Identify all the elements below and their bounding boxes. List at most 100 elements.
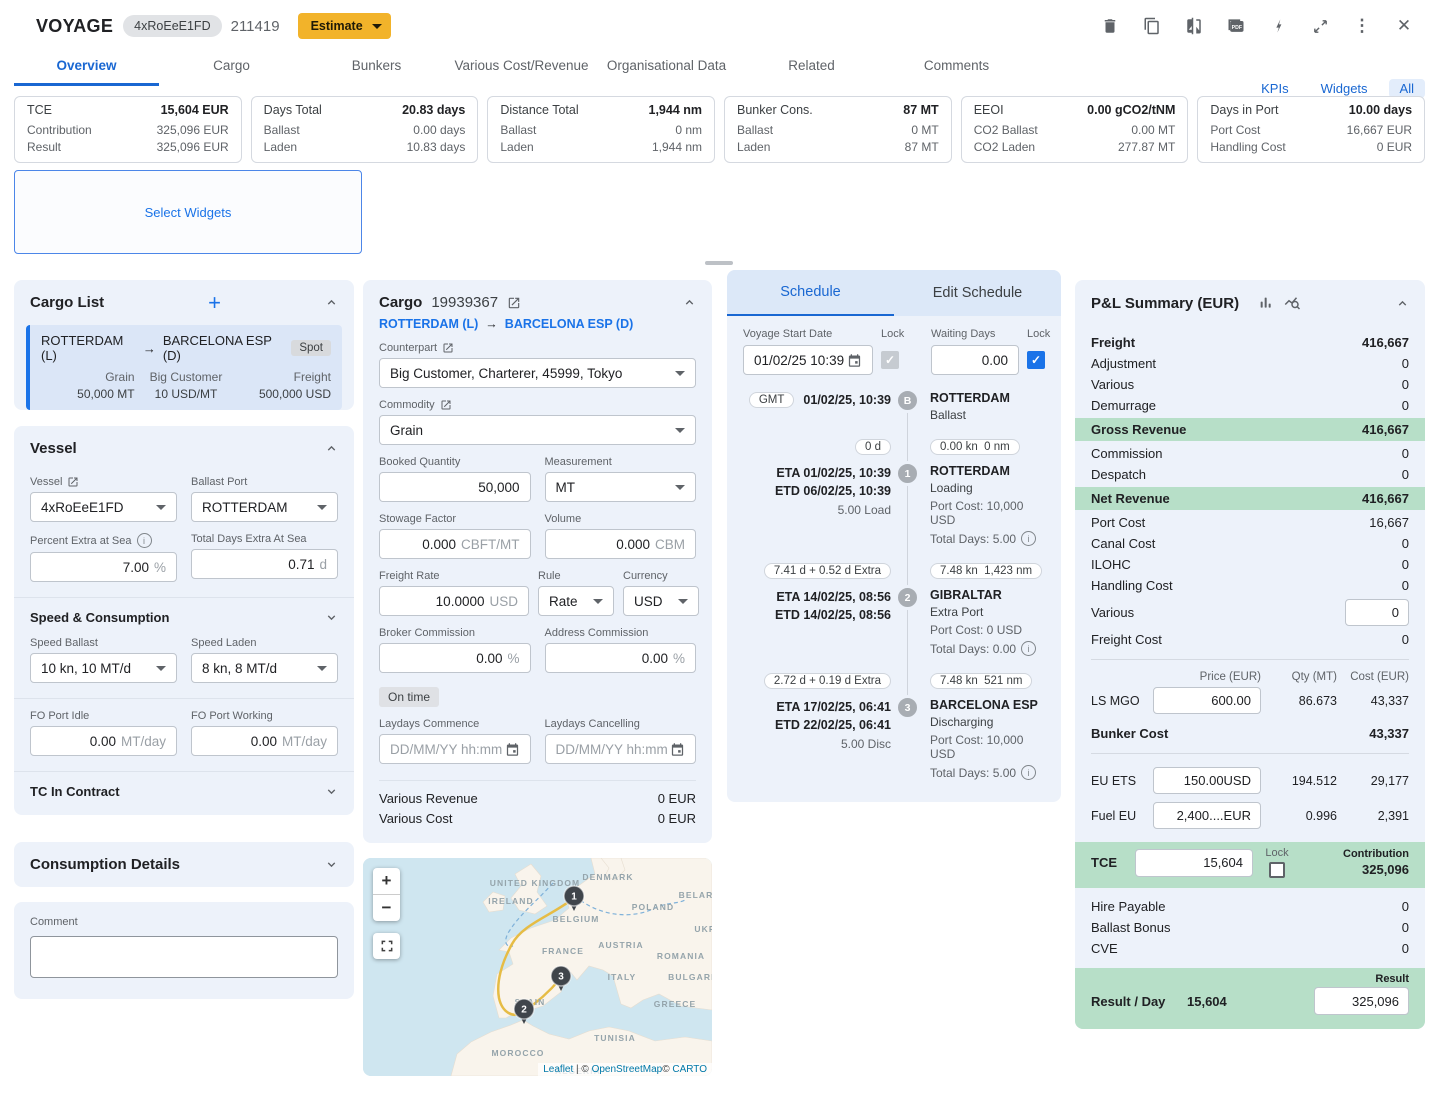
unit-suffix: MT/day <box>121 734 166 749</box>
collapse-button[interactable] <box>1396 297 1409 310</box>
expand-section-button[interactable] <box>325 611 338 624</box>
stowage-factor-input[interactable]: 0.000CBFT/MT <box>379 529 531 559</box>
copy-button[interactable] <box>1141 15 1163 37</box>
cargo-list-panel: Cargo List + ROTTERDAM (L) → BARCELONA E… <box>14 280 354 410</box>
broker-commission-input[interactable]: 0.00% <box>379 643 531 673</box>
waiting-days-input[interactable]: 0.00 <box>931 345 1019 375</box>
resize-handle[interactable] <box>705 261 733 265</box>
measurement-select[interactable]: MT <box>545 472 697 502</box>
zoom-in-button[interactable]: + <box>373 868 400 894</box>
route-map[interactable]: UNITED KINGDOM IRELAND DENMARK BELGIUM P… <box>363 858 712 1076</box>
calendar-icon[interactable] <box>847 353 862 368</box>
zoom-out-button[interactable]: − <box>373 894 400 921</box>
kpi-title: Days in Port <box>1210 103 1278 117</box>
kpi-sub-value: 0.00 days <box>413 122 465 139</box>
osm-link[interactable]: OpenStreetMap <box>592 1064 663 1075</box>
info-icon[interactable]: i <box>137 533 152 548</box>
leg-speed-pill: 7.48 kn 1,423 nm <box>930 563 1042 579</box>
leaflet-link[interactable]: Leaflet <box>543 1064 573 1075</box>
timezone-pill[interactable]: GMT <box>749 392 795 408</box>
fuel-qty: 0.996 <box>1261 809 1337 823</box>
external-link-icon[interactable] <box>442 342 454 354</box>
fuel-eu-price-input[interactable]: 2,400....EUR <box>1153 802 1261 829</box>
ls-mgo-price-input[interactable]: 600.00 <box>1153 687 1261 714</box>
speed-laden-select[interactable]: 8 kn, 8 MT/d <box>191 653 338 683</box>
tab-schedule[interactable]: Schedule <box>727 270 894 316</box>
currency-select[interactable]: USD <box>623 586 699 616</box>
tab-comments[interactable]: Comments <box>884 49 1029 86</box>
tce-lock-checkbox[interactable] <box>1269 862 1285 878</box>
result-per-day-label: Result / Day <box>1091 994 1187 1009</box>
collapse-button[interactable] <box>325 442 338 455</box>
tab-edit-schedule[interactable]: Edit Schedule <box>894 270 1061 316</box>
laydays-cancelling-input[interactable]: DD/MM/YY hh:mm <box>545 734 697 764</box>
add-cargo-button[interactable]: + <box>208 295 221 311</box>
tab-cargo[interactable]: Cargo <box>159 49 304 86</box>
route-from-link[interactable]: ROTTERDAM (L) <box>379 317 478 331</box>
address-commission-input[interactable]: 0.00% <box>545 643 697 673</box>
expand-button[interactable] <box>1309 15 1331 37</box>
info-icon[interactable]: i <box>1021 641 1036 656</box>
commodity-select[interactable]: Grain <box>379 415 696 445</box>
compare-button[interactable] <box>1183 15 1205 37</box>
collapse-button[interactable] <box>325 296 338 309</box>
carto-link[interactable]: CARTO <box>672 1064 707 1075</box>
result-input[interactable]: 325,096 <box>1314 987 1409 1015</box>
voyage-start-input[interactable]: 01/02/25 10:39 <box>743 345 873 375</box>
cargo-panel-title: Cargo <box>379 294 422 311</box>
counterpart-select[interactable]: Big Customer, Charterer, 45999, Tokyo <box>379 358 696 388</box>
various-input[interactable]: 0 <box>1345 599 1409 626</box>
tab-various-cost-revenue[interactable]: Various Cost/Revenue <box>449 49 594 86</box>
stowage-factor-label: Stowage Factor <box>379 513 456 525</box>
map-fullscreen-button[interactable] <box>373 933 400 959</box>
delete-button[interactable] <box>1099 15 1121 37</box>
voyage-start-lock-checkbox[interactable]: ✓ <box>881 351 899 369</box>
freight-rate-input[interactable]: 10.0000USD <box>379 586 529 616</box>
currency-value: USD <box>634 594 663 609</box>
cargo-list-item[interactable]: ROTTERDAM (L) → BARCELONA ESP (D) Spot G… <box>26 325 342 410</box>
collapse-button[interactable] <box>683 296 696 309</box>
map-label: IRELAND <box>488 896 533 906</box>
tab-related[interactable]: Related <box>739 49 884 86</box>
schedule-timeline: GMT01/02/25, 10:39 B ROTTERDAM Ballast 0… <box>743 391 1045 780</box>
vessel-select[interactable]: 4xRoEeE1FD <box>30 492 177 522</box>
calendar-icon[interactable] <box>670 742 685 757</box>
tce-input[interactable]: 15,604 <box>1135 849 1253 877</box>
bar-chart-icon[interactable] <box>1258 295 1274 311</box>
tab-organisational-data[interactable]: Organisational Data <box>594 49 739 86</box>
info-icon[interactable]: i <box>1021 765 1036 780</box>
estimate-button[interactable]: Estimate <box>298 13 391 39</box>
expand-section-button[interactable] <box>325 785 338 798</box>
speed-ballast-select[interactable]: 10 kn, 10 MT/d <box>30 653 177 683</box>
external-link-icon[interactable] <box>440 399 452 411</box>
ballast-port-select[interactable]: ROTTERDAM <box>191 492 338 522</box>
comment-input[interactable] <box>30 936 338 978</box>
quick-actions-button[interactable] <box>1267 15 1289 37</box>
tab-bunkers[interactable]: Bunkers <box>304 49 449 86</box>
eu-ets-price-input[interactable]: 150.00USD <box>1153 767 1261 794</box>
fo-port-idle-input[interactable]: 0.00MT/day <box>30 726 177 756</box>
total-days-extra-input[interactable]: 0.71d <box>191 549 338 579</box>
fo-port-working-input[interactable]: 0.00MT/day <box>191 726 338 756</box>
ballast-port-label: Ballast Port <box>191 476 247 488</box>
select-widgets-button[interactable]: Select Widgets <box>14 170 362 254</box>
waiting-days-lock-checkbox[interactable]: ✓ <box>1027 351 1045 369</box>
select-widgets-label: Select Widgets <box>145 205 232 220</box>
tab-overview[interactable]: Overview <box>14 49 159 86</box>
laydays-commence-input[interactable]: DD/MM/YY hh:mm <box>379 734 531 764</box>
calendar-icon[interactable] <box>505 742 520 757</box>
route-to-link[interactable]: BARCELONA ESP (D) <box>505 317 633 331</box>
rule-select[interactable]: Rate <box>538 586 614 616</box>
external-link-icon[interactable] <box>507 296 521 310</box>
expand-section-button[interactable] <box>325 858 338 871</box>
close-button[interactable]: ✕ <box>1393 15 1415 37</box>
volume-input[interactable]: 0.000CBM <box>545 529 697 559</box>
info-icon[interactable]: i <box>1021 531 1036 546</box>
external-link-icon[interactable] <box>67 476 79 488</box>
more-menu-button[interactable]: ⋮ <box>1351 15 1373 37</box>
booked-quantity-input[interactable]: 50,000 <box>379 472 531 502</box>
trend-analysis-icon[interactable] <box>1283 294 1301 312</box>
percent-extra-input[interactable]: 7.00% <box>30 552 177 582</box>
export-pdf-button[interactable]: PDF <box>1225 15 1247 37</box>
bunker-row-eu-ets: EU ETS 150.00USD 194.512 29,177 <box>1075 763 1425 798</box>
